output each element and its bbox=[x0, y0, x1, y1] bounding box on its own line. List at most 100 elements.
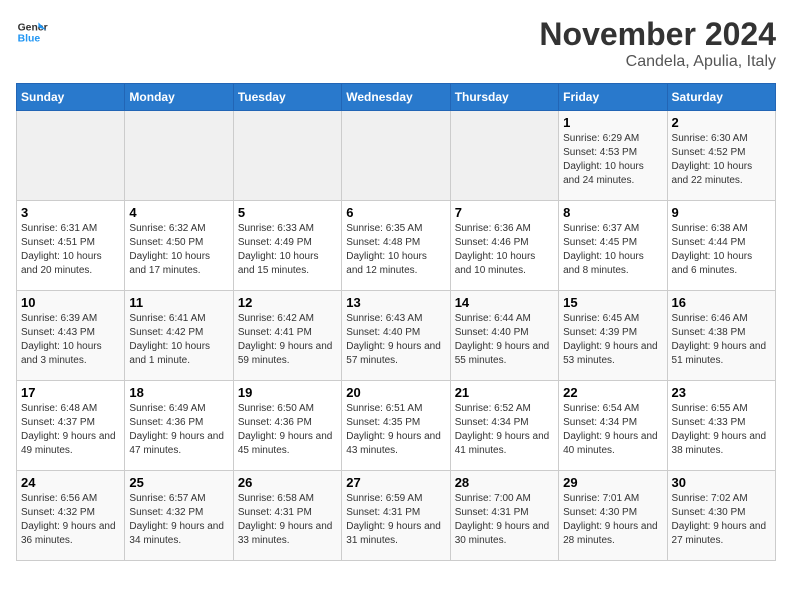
weekday-header: Saturday bbox=[667, 84, 775, 111]
calendar-cell: 13 Sunrise: 6:43 AM Sunset: 4:40 PM Dayli… bbox=[342, 291, 450, 381]
page-header: General Blue November 2024 Candela, Apul… bbox=[16, 16, 776, 71]
day-number: 5 bbox=[238, 205, 337, 220]
day-info: Sunrise: 6:30 AM Sunset: 4:52 PM Dayligh… bbox=[672, 132, 771, 188]
day-number: 12 bbox=[238, 295, 337, 310]
calendar-cell: 25 Sunrise: 6:57 AM Sunset: 4:32 PM Dayli… bbox=[125, 471, 233, 561]
calendar-cell: 26 Sunrise: 6:58 AM Sunset: 4:31 PM Dayli… bbox=[233, 471, 341, 561]
day-info: Sunrise: 6:38 AM Sunset: 4:44 PM Dayligh… bbox=[672, 222, 771, 278]
day-info: Sunrise: 6:39 AM Sunset: 4:43 PM Dayligh… bbox=[21, 312, 120, 368]
day-info: Sunrise: 6:54 AM Sunset: 4:34 PM Dayligh… bbox=[563, 402, 662, 458]
calendar-cell: 1 Sunrise: 6:29 AM Sunset: 4:53 PM Daylig… bbox=[559, 111, 667, 201]
day-info: Sunrise: 6:42 AM Sunset: 4:41 PM Dayligh… bbox=[238, 312, 337, 368]
day-number: 18 bbox=[129, 385, 228, 400]
day-number: 28 bbox=[455, 475, 554, 490]
day-number: 21 bbox=[455, 385, 554, 400]
calendar-cell: 24 Sunrise: 6:56 AM Sunset: 4:32 PM Dayli… bbox=[17, 471, 125, 561]
day-number: 13 bbox=[346, 295, 445, 310]
calendar-table: SundayMondayTuesdayWednesdayThursdayFrid… bbox=[16, 83, 776, 561]
calendar-cell: 23 Sunrise: 6:55 AM Sunset: 4:33 PM Dayli… bbox=[667, 381, 775, 471]
calendar-week-row: 10Sunrise: 6:39 AM Sunset: 4:43 PM Dayli… bbox=[17, 291, 776, 381]
calendar-cell: 14 Sunrise: 6:44 AM Sunset: 4:40 PM Dayli… bbox=[450, 291, 558, 381]
logo: General Blue bbox=[16, 16, 48, 48]
day-info: Sunrise: 6:29 AM Sunset: 4:53 PM Dayligh… bbox=[563, 132, 662, 188]
weekday-header: Thursday bbox=[450, 84, 558, 111]
logo-icon: General Blue bbox=[16, 16, 48, 48]
calendar-cell: 7 Sunrise: 6:36 AM Sunset: 4:46 PM Daylig… bbox=[450, 201, 558, 291]
day-info: Sunrise: 6:43 AM Sunset: 4:40 PM Dayligh… bbox=[346, 312, 445, 368]
day-number: 17 bbox=[21, 385, 120, 400]
weekday-header: Sunday bbox=[17, 84, 125, 111]
calendar-cell: 11Sunrise: 6:41 AM Sunset: 4:42 PM Dayli… bbox=[125, 291, 233, 381]
day-number: 6 bbox=[346, 205, 445, 220]
day-number: 19 bbox=[238, 385, 337, 400]
calendar-week-row: 3Sunrise: 6:31 AM Sunset: 4:51 PM Daylig… bbox=[17, 201, 776, 291]
day-number: 9 bbox=[672, 205, 771, 220]
day-number: 2 bbox=[672, 115, 771, 130]
day-number: 8 bbox=[563, 205, 662, 220]
day-number: 23 bbox=[672, 385, 771, 400]
calendar-cell bbox=[233, 111, 341, 201]
day-number: 25 bbox=[129, 475, 228, 490]
day-number: 20 bbox=[346, 385, 445, 400]
calendar-cell: 19 Sunrise: 6:50 AM Sunset: 4:36 PM Dayli… bbox=[233, 381, 341, 471]
calendar-cell: 15 Sunrise: 6:45 AM Sunset: 4:39 PM Dayli… bbox=[559, 291, 667, 381]
calendar-week-row: 17 Sunrise: 6:48 AM Sunset: 4:37 PM Dayli… bbox=[17, 381, 776, 471]
calendar-cell: 4 Sunrise: 6:32 AM Sunset: 4:50 PM Daylig… bbox=[125, 201, 233, 291]
weekday-header-row: SundayMondayTuesdayWednesdayThursdayFrid… bbox=[17, 84, 776, 111]
day-number: 16 bbox=[672, 295, 771, 310]
day-info: Sunrise: 6:56 AM Sunset: 4:32 PM Dayligh… bbox=[21, 492, 120, 548]
day-info: Sunrise: 6:33 AM Sunset: 4:49 PM Dayligh… bbox=[238, 222, 337, 278]
day-number: 7 bbox=[455, 205, 554, 220]
day-info: Sunrise: 7:01 AM Sunset: 4:30 PM Dayligh… bbox=[563, 492, 662, 548]
day-info: Sunrise: 6:41 AM Sunset: 4:42 PM Dayligh… bbox=[129, 312, 228, 368]
day-info: Sunrise: 6:51 AM Sunset: 4:35 PM Dayligh… bbox=[346, 402, 445, 458]
day-number: 24 bbox=[21, 475, 120, 490]
calendar-cell bbox=[17, 111, 125, 201]
day-info: Sunrise: 7:02 AM Sunset: 4:30 PM Dayligh… bbox=[672, 492, 771, 548]
day-number: 15 bbox=[563, 295, 662, 310]
day-info: Sunrise: 6:55 AM Sunset: 4:33 PM Dayligh… bbox=[672, 402, 771, 458]
weekday-header: Friday bbox=[559, 84, 667, 111]
calendar-cell bbox=[125, 111, 233, 201]
day-info: Sunrise: 7:00 AM Sunset: 4:31 PM Dayligh… bbox=[455, 492, 554, 548]
calendar-cell: 9 Sunrise: 6:38 AM Sunset: 4:44 PM Daylig… bbox=[667, 201, 775, 291]
calendar-cell: 2 Sunrise: 6:30 AM Sunset: 4:52 PM Daylig… bbox=[667, 111, 775, 201]
day-info: Sunrise: 6:44 AM Sunset: 4:40 PM Dayligh… bbox=[455, 312, 554, 368]
calendar-cell bbox=[342, 111, 450, 201]
calendar-cell: 5 Sunrise: 6:33 AM Sunset: 4:49 PM Daylig… bbox=[233, 201, 341, 291]
location-subtitle: Candela, Apulia, Italy bbox=[539, 53, 776, 71]
day-info: Sunrise: 6:48 AM Sunset: 4:37 PM Dayligh… bbox=[21, 402, 120, 458]
calendar-cell: 27Sunrise: 6:59 AM Sunset: 4:31 PM Dayli… bbox=[342, 471, 450, 561]
day-number: 26 bbox=[238, 475, 337, 490]
calendar-cell: 17 Sunrise: 6:48 AM Sunset: 4:37 PM Dayli… bbox=[17, 381, 125, 471]
weekday-header: Wednesday bbox=[342, 84, 450, 111]
day-info: Sunrise: 6:49 AM Sunset: 4:36 PM Dayligh… bbox=[129, 402, 228, 458]
day-number: 4 bbox=[129, 205, 228, 220]
calendar-cell: 8Sunrise: 6:37 AM Sunset: 4:45 PM Daylig… bbox=[559, 201, 667, 291]
calendar-cell: 12 Sunrise: 6:42 AM Sunset: 4:41 PM Dayli… bbox=[233, 291, 341, 381]
calendar-week-row: 1 Sunrise: 6:29 AM Sunset: 4:53 PM Daylig… bbox=[17, 111, 776, 201]
month-title: November 2024 bbox=[539, 16, 776, 53]
calendar-cell: 10Sunrise: 6:39 AM Sunset: 4:43 PM Dayli… bbox=[17, 291, 125, 381]
svg-text:Blue: Blue bbox=[18, 34, 41, 45]
day-info: Sunrise: 6:32 AM Sunset: 4:50 PM Dayligh… bbox=[129, 222, 228, 278]
day-info: Sunrise: 6:45 AM Sunset: 4:39 PM Dayligh… bbox=[563, 312, 662, 368]
calendar-cell: 18 Sunrise: 6:49 AM Sunset: 4:36 PM Dayli… bbox=[125, 381, 233, 471]
day-info: Sunrise: 6:46 AM Sunset: 4:38 PM Dayligh… bbox=[672, 312, 771, 368]
calendar-cell: 22Sunrise: 6:54 AM Sunset: 4:34 PM Dayli… bbox=[559, 381, 667, 471]
day-info: Sunrise: 6:59 AM Sunset: 4:31 PM Dayligh… bbox=[346, 492, 445, 548]
day-number: 1 bbox=[563, 115, 662, 130]
calendar-week-row: 24 Sunrise: 6:56 AM Sunset: 4:32 PM Dayli… bbox=[17, 471, 776, 561]
calendar-cell bbox=[450, 111, 558, 201]
weekday-header: Tuesday bbox=[233, 84, 341, 111]
calendar-cell: 6Sunrise: 6:35 AM Sunset: 4:48 PM Daylig… bbox=[342, 201, 450, 291]
day-number: 14 bbox=[455, 295, 554, 310]
calendar-cell: 30Sunrise: 7:02 AM Sunset: 4:30 PM Dayli… bbox=[667, 471, 775, 561]
day-info: Sunrise: 6:50 AM Sunset: 4:36 PM Dayligh… bbox=[238, 402, 337, 458]
calendar-cell: 21 Sunrise: 6:52 AM Sunset: 4:34 PM Dayli… bbox=[450, 381, 558, 471]
day-info: Sunrise: 6:36 AM Sunset: 4:46 PM Dayligh… bbox=[455, 222, 554, 278]
day-info: Sunrise: 6:52 AM Sunset: 4:34 PM Dayligh… bbox=[455, 402, 554, 458]
day-info: Sunrise: 6:57 AM Sunset: 4:32 PM Dayligh… bbox=[129, 492, 228, 548]
day-info: Sunrise: 6:58 AM Sunset: 4:31 PM Dayligh… bbox=[238, 492, 337, 548]
calendar-cell: 16 Sunrise: 6:46 AM Sunset: 4:38 PM Dayli… bbox=[667, 291, 775, 381]
